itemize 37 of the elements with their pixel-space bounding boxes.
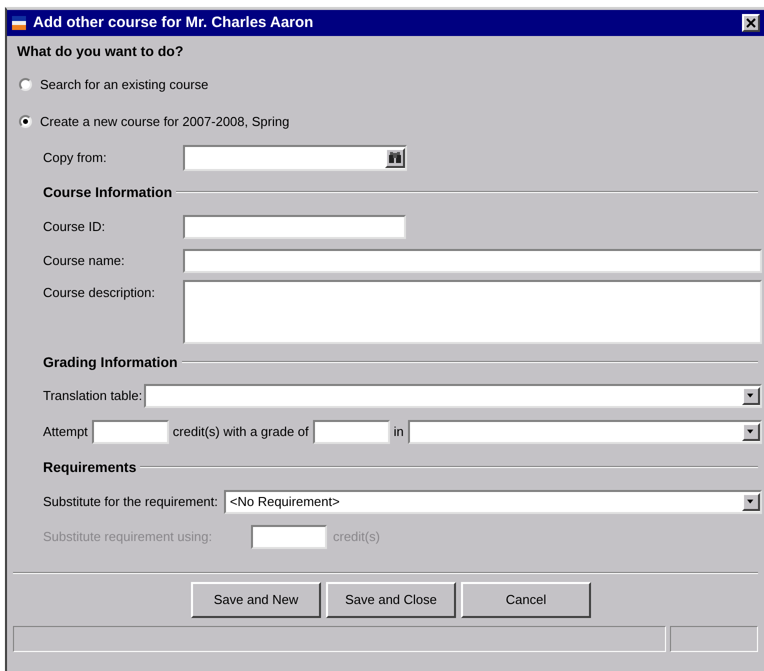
radio-label: Create a new course for 2007-2008, Spring <box>40 112 290 131</box>
window-title: Add other course for Mr. Charles Aaron <box>33 12 314 33</box>
course-description-field[interactable] <box>183 280 762 344</box>
dialog-button[interactable]: Save and New <box>191 582 321 618</box>
question-text: What do you want to do? <box>17 42 184 61</box>
field-label: Substitute for the requirement: <box>43 493 218 512</box>
field-label: Attempt <box>43 422 88 441</box>
course-name-field[interactable] <box>183 249 762 273</box>
field-label: Course name: <box>43 252 126 270</box>
dialog-button[interactable]: Save and Close <box>326 582 456 618</box>
translation-table-dropdown[interactable] <box>144 384 762 408</box>
field-label: credit(s) <box>333 528 380 546</box>
grade-scope-dropdown[interactable] <box>408 420 762 444</box>
close-button[interactable] <box>742 14 760 32</box>
window-icon <box>11 15 27 31</box>
field-label: Course ID: <box>43 218 106 236</box>
field-label: in <box>394 422 404 441</box>
copy-from-field[interactable] <box>183 144 407 170</box>
radio-button[interactable] <box>19 78 32 91</box>
credits-field[interactable] <box>92 420 169 444</box>
dialog-button[interactable]: Cancel <box>461 582 591 618</box>
radio-button[interactable] <box>19 115 32 128</box>
field-label: Copy from: <box>43 148 108 167</box>
close-icon <box>746 18 756 28</box>
search-button[interactable] <box>385 148 405 168</box>
section-heading: Course Information <box>43 182 172 202</box>
field-label: Course description: <box>43 284 156 302</box>
requirement-dropdown[interactable]: <No Requirement> <box>224 490 762 514</box>
binoculars-icon <box>388 152 402 164</box>
grade-field[interactable] <box>312 420 390 444</box>
section-heading: Requirements <box>43 458 136 477</box>
radio-label: Search for an existing course <box>40 76 208 94</box>
course-id-field[interactable] <box>183 215 406 239</box>
field-label: Substitute requirement using: <box>43 528 214 546</box>
section-heading: Grading Information <box>43 352 178 372</box>
field-label: Translation table: <box>43 387 142 406</box>
field-label: credit(s) with a grade of <box>172 422 309 441</box>
